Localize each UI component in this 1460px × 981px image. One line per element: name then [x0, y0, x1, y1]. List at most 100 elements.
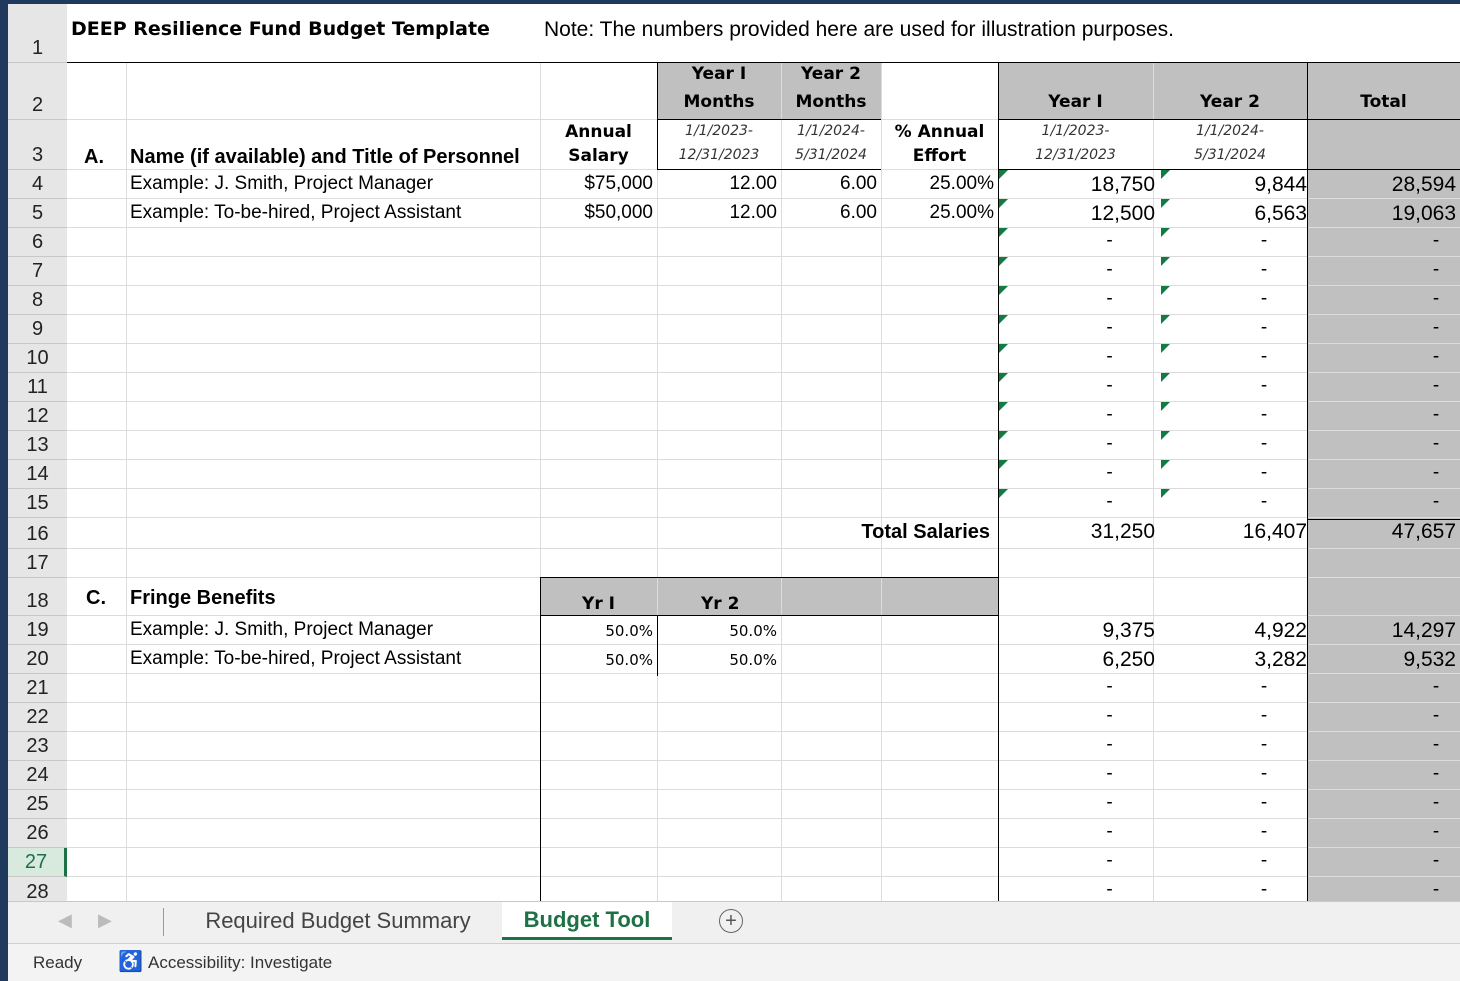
year2-header: Year 2: [1200, 92, 1260, 112]
total-salaries-label: Total Salaries: [861, 521, 990, 543]
year1-salary-empty: -: [1106, 375, 1113, 396]
formula-warning-indicator[interactable]: [1161, 170, 1170, 179]
year2-salary-empty: -: [1260, 259, 1268, 280]
row-header-7[interactable]: 7: [8, 257, 67, 286]
formula-warning-indicator[interactable]: [999, 402, 1008, 411]
formula-warning-indicator[interactable]: [1161, 489, 1170, 498]
annual-salary-header-1: Annual: [565, 122, 632, 142]
formula-warning-indicator[interactable]: [1161, 199, 1170, 208]
row-header-21[interactable]: 21: [8, 674, 67, 703]
row-header-18[interactable]: 18: [8, 578, 67, 616]
row-header-27[interactable]: 27: [8, 848, 67, 877]
border: [998, 169, 1460, 170]
formula-warning-indicator[interactable]: [1161, 402, 1170, 411]
row-header-15[interactable]: 15: [8, 489, 67, 518]
row-header-25[interactable]: 25: [8, 790, 67, 819]
period1-year-2: 12/31/2023: [1035, 147, 1116, 163]
row-header-23[interactable]: 23: [8, 732, 67, 761]
formula-warning-indicator[interactable]: [1161, 228, 1170, 237]
fringe-year2: 4,922: [1254, 619, 1307, 642]
total-year2-salaries: 16,407: [1242, 520, 1307, 543]
row-header-17[interactable]: 17: [8, 549, 67, 578]
total-salary-empty: -: [1432, 491, 1440, 512]
formula-warning-indicator[interactable]: [1161, 315, 1170, 324]
accessibility-icon[interactable]: ♿: [118, 949, 143, 974]
add-sheet-button[interactable]: +: [719, 909, 743, 933]
fringe-total-empty: -: [1432, 705, 1440, 726]
row-header-4[interactable]: 4: [8, 170, 67, 199]
row-header-11[interactable]: 11: [8, 373, 67, 402]
row-header-20[interactable]: 20: [8, 645, 67, 674]
total-header: Total: [1360, 92, 1407, 112]
year1-months: 12.00: [729, 173, 777, 194]
formula-warning-indicator[interactable]: [1161, 373, 1170, 382]
tab-budget-tool[interactable]: Budget Tool: [502, 902, 672, 940]
period2-year-2: 5/31/2024: [1194, 147, 1266, 163]
gridline: [67, 760, 1460, 761]
border: [657, 169, 881, 170]
formula-warning-indicator[interactable]: [999, 199, 1008, 208]
total-salaries-all: 47,657: [1391, 520, 1456, 543]
gridline: [67, 789, 1460, 790]
fringe-year1: 6,250: [1102, 648, 1155, 671]
formula-warning-indicator[interactable]: [999, 315, 1008, 324]
tab-required-budget-summary[interactable]: Required Budget Summary: [178, 902, 498, 940]
border: [998, 119, 1460, 120]
row-header-10[interactable]: 10: [8, 344, 67, 373]
row-header-1[interactable]: 1: [8, 4, 67, 63]
row-header-9[interactable]: 9: [8, 315, 67, 344]
row-header-16[interactable]: 16: [8, 518, 67, 549]
row-header-26[interactable]: 26: [8, 819, 67, 848]
plus-icon: +: [725, 910, 737, 932]
accessibility-status[interactable]: Accessibility: Investigate: [148, 953, 332, 973]
fringe-yr1-header: Yr I: [582, 594, 615, 614]
gridline: [67, 644, 1460, 645]
fringe-year1-empty: -: [1106, 763, 1113, 784]
year1-salary-empty: -: [1106, 404, 1113, 425]
fringe-year2-empty: -: [1260, 850, 1268, 871]
row-header-24[interactable]: 24: [8, 761, 67, 790]
worksheet-grid[interactable]: 1 2 3 4 5 6 7 8 9 10 11 12 13 14 15 16 17 18 19 20 21 22 23 24 2…: [8, 4, 1460, 901]
formula-warning-indicator[interactable]: [999, 257, 1008, 266]
gridline: [67, 847, 1460, 848]
row-header-3[interactable]: 3: [8, 120, 67, 170]
fringe-total-empty: -: [1432, 676, 1440, 697]
personnel-name: Example: To-be-hired, Project Assistant: [130, 202, 462, 223]
formula-warning-indicator[interactable]: [999, 286, 1008, 295]
row-header-8[interactable]: 8: [8, 286, 67, 315]
row-header-13[interactable]: 13: [8, 431, 67, 460]
row-header-28[interactable]: 28: [8, 877, 67, 901]
period2-months-2: 5/31/2024: [795, 147, 867, 163]
formula-warning-indicator[interactable]: [1161, 431, 1170, 440]
formula-warning-indicator[interactable]: [999, 373, 1008, 382]
scroll-right-icon[interactable]: ▶: [98, 910, 112, 931]
formula-warning-indicator[interactable]: [1161, 344, 1170, 353]
formula-warning-indicator[interactable]: [999, 344, 1008, 353]
row-header-14[interactable]: 14: [8, 460, 67, 489]
formula-warning-indicator[interactable]: [1161, 460, 1170, 469]
formula-warning-indicator[interactable]: [999, 228, 1008, 237]
scroll-left-icon[interactable]: ◀: [58, 910, 72, 931]
annual-effort: 25.00%: [929, 202, 994, 223]
gridline: [67, 314, 1460, 315]
total-salary: 28,594: [1391, 173, 1456, 196]
fringe-year2-empty: -: [1260, 705, 1268, 726]
formula-warning-indicator[interactable]: [999, 489, 1008, 498]
annual-salary: $50,000: [584, 202, 653, 223]
year1-salary: 18,750: [1090, 173, 1155, 196]
formula-warning-indicator[interactable]: [1161, 257, 1170, 266]
gridline: [67, 285, 1460, 286]
formula-warning-indicator[interactable]: [999, 460, 1008, 469]
row-header-5[interactable]: 5: [8, 199, 67, 228]
row-header-12[interactable]: 12: [8, 402, 67, 431]
gridline: [67, 227, 1460, 228]
formula-warning-indicator[interactable]: [1161, 286, 1170, 295]
row-header-22[interactable]: 22: [8, 703, 67, 732]
formula-warning-indicator[interactable]: [999, 170, 1008, 179]
row-header-19[interactable]: 19: [8, 616, 67, 645]
gridline: [881, 63, 882, 901]
total-year1-salaries: 31,250: [1090, 520, 1155, 543]
formula-warning-indicator[interactable]: [999, 431, 1008, 440]
row-header-6[interactable]: 6: [8, 228, 67, 257]
row-header-2[interactable]: 2: [8, 63, 67, 120]
